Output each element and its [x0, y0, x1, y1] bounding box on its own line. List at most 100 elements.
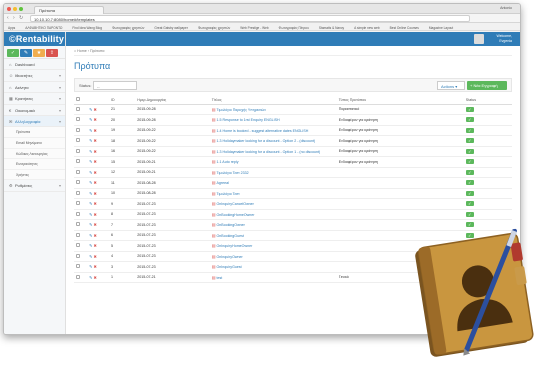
row-checkbox[interactable]: [76, 190, 80, 195]
row-title[interactable]: 1.5 Response to 1rst Enquiry ENGLISH: [217, 118, 280, 122]
row-title[interactable]: 1.1 Auto reply: [217, 160, 239, 164]
row-title-cell[interactable]: ▤OnBookingOwner: [209, 219, 337, 231]
edit-icon[interactable]: ✎: [89, 159, 92, 164]
edit-icon[interactable]: ✎: [89, 275, 92, 280]
trash-icon[interactable]: ✖: [93, 128, 96, 133]
trash-icon[interactable]: ✖: [93, 149, 96, 154]
edit-icon[interactable]: ✎: [89, 180, 92, 185]
row-title-cell[interactable]: ▤OnBookingHomeOwner: [209, 209, 337, 220]
trash-icon[interactable]: ✖: [93, 233, 96, 238]
bookmark-item[interactable]: Best Online Courses: [390, 26, 419, 30]
row-title-cell[interactable]: ▤OnBookingGuest: [209, 230, 337, 241]
bookmark-item[interactable]: Magazine Layout: [429, 26, 453, 30]
edit-icon[interactable]: ✎: [89, 264, 92, 269]
row-title[interactable]: OnBookingHomeOwner: [217, 213, 255, 217]
row-checkbox[interactable]: [76, 264, 80, 269]
status-check-icon[interactable]: ✓: [465, 222, 474, 228]
row-title[interactable]: 1.4 Home is booked - suggest alternative…: [217, 129, 309, 133]
row-checkbox[interactable]: [76, 127, 80, 132]
back-icon[interactable]: ‹: [7, 15, 9, 21]
row-title-cell[interactable]: ▤Agreeal: [209, 177, 337, 189]
row-checkbox[interactable]: [76, 148, 80, 153]
row-title-cell[interactable]: ▤1.1 Auto reply: [209, 156, 337, 168]
row-checkbox[interactable]: [76, 106, 80, 111]
bookmark-item[interactable]: Φωτογραφίες χρηστών: [198, 26, 230, 30]
sidebar-item-4[interactable]: € Οικονομικά ▾: [4, 105, 65, 116]
status-check-icon[interactable]: ✓: [465, 190, 474, 196]
status-select[interactable]: --: [93, 81, 137, 90]
sidebar-subitem[interactable]: Κώδικες Λειτουργίας: [4, 148, 65, 160]
edit-icon[interactable]: ✎: [89, 212, 92, 217]
row-title-cell[interactable]: ▤1.3 Holidaymaker looking for a discount…: [209, 146, 337, 157]
row-checkbox[interactable]: [76, 180, 80, 185]
row-title-cell[interactable]: ▤1.5 Response to 1rst Enquiry ENGLISH: [209, 114, 337, 126]
row-title[interactable]: test: [217, 276, 223, 280]
row-title[interactable]: OnBookingGuest: [217, 234, 244, 238]
row-title-cell[interactable]: ▤1.3 Holidaymaker looking for a discount…: [209, 135, 337, 147]
row-title-cell[interactable]: ▤test: [209, 272, 337, 283]
column-header[interactable]: Ημερ.Δημιουργίας: [135, 96, 210, 105]
close-window-icon[interactable]: [7, 7, 11, 11]
sidebar-subitem[interactable]: Πρότυπα: [4, 127, 65, 138]
row-title-cell[interactable]: ▤OnInquiryHomeOwner: [209, 240, 337, 252]
status-check-icon[interactable]: ✓: [465, 180, 474, 186]
sidebar-item-1[interactable]: ☺ Ιθιοκτήτες ▾: [4, 70, 65, 82]
row-title-cell[interactable]: ▤1.4 Home is booked - suggest alternativ…: [209, 125, 337, 136]
bookmark-item[interactable]: Great Gatsby wallpaper: [154, 26, 187, 30]
browser-user[interactable]: Antonio: [500, 6, 512, 10]
avatar[interactable]: [474, 34, 484, 44]
trash-icon[interactable]: ✖: [93, 201, 96, 206]
status-check-icon[interactable]: ✓: [465, 211, 474, 217]
row-title[interactable]: Τιμολόγιο Τεστ 2332: [217, 171, 249, 175]
row-title-cell[interactable]: ▤OnInquiryCancelOwner: [209, 198, 337, 210]
row-checkbox[interactable]: [76, 169, 80, 174]
trash-icon[interactable]: ✖: [93, 191, 96, 196]
sidebar-item-settings[interactable]: ⚙ Ρυθμίσεις ▾: [4, 180, 65, 192]
minimize-window-icon[interactable]: [13, 7, 17, 11]
actions-button[interactable]: Actions ▾: [437, 81, 465, 90]
trash-icon[interactable]: ✖: [93, 222, 96, 227]
edit-icon[interactable]: ✎: [89, 243, 92, 248]
column-header[interactable]: [74, 96, 88, 105]
row-checkbox[interactable]: [76, 243, 80, 248]
row-title[interactable]: OnInquiryGuest: [217, 265, 242, 269]
row-title-cell[interactable]: ▤OnInquiryGuest: [209, 261, 337, 273]
select-all-checkbox[interactable]: [76, 97, 80, 102]
row-title[interactable]: OnInquiryOwner: [217, 255, 243, 259]
edit-icon[interactable]: ✎: [89, 149, 92, 154]
sidebar-item-2[interactable]: ⌂ Ακίνητα ▾: [4, 82, 65, 94]
sidebar-subitem[interactable]: Email Μηνύματα: [4, 137, 65, 149]
edit-icon[interactable]: ✎: [89, 128, 92, 133]
status-check-icon[interactable]: ✓: [465, 127, 474, 133]
sidebar-subitem[interactable]: Χρήστες: [4, 169, 65, 181]
row-checkbox[interactable]: [76, 201, 80, 206]
new-record-button[interactable]: + Νέα Εγγραφή: [467, 81, 507, 90]
bookmark-item[interactable]: Find Idea Wang Blog: [72, 26, 102, 30]
row-title-cell[interactable]: ▤OnInquiryOwner: [209, 251, 337, 262]
row-title-cell[interactable]: ▤Τιμολόγιο Παροχής Υπηρεσιών: [209, 104, 337, 115]
sidebar-item-0[interactable]: ⌂ Dashboard: [4, 59, 65, 71]
row-title[interactable]: OnInquiryCancelOwner: [217, 202, 254, 206]
bookmark-item[interactable]: Φωτογραφίες Πέτρου: [279, 26, 309, 30]
row-title[interactable]: OnBookingOwner: [217, 223, 245, 227]
edit-icon[interactable]: ✎: [89, 107, 92, 112]
trash-icon[interactable]: ✖: [93, 117, 96, 122]
edit-icon[interactable]: ✎: [89, 138, 92, 143]
row-checkbox[interactable]: [76, 274, 80, 279]
bookmark-item[interactable]: Web Prestige - Web: [240, 26, 268, 30]
bookmark-item[interactable]: Stamatis & Nancy: [319, 26, 344, 30]
edit-icon[interactable]: ✎: [89, 191, 92, 196]
edit-icon[interactable]: ✎: [89, 254, 92, 259]
trash-icon[interactable]: ✖: [93, 254, 96, 259]
edit-icon[interactable]: ✎: [89, 170, 92, 175]
trash-icon[interactable]: ✖: [93, 243, 96, 248]
status-check-icon[interactable]: ✓: [465, 138, 474, 144]
bookmark-item[interactable]: ΑΛΦΑΒΗΤΙΚΟ ΠΑΡΟΝΤΩ: [25, 26, 62, 30]
column-header[interactable]: Status: [463, 96, 512, 105]
row-title[interactable]: 1.3 Holidaymaker looking for a discount …: [217, 150, 321, 154]
user-menu[interactable]: Welcome, Evgenia: [497, 34, 513, 43]
row-title-cell[interactable]: ▤Τιμολόγιο Τεστ: [209, 188, 337, 199]
reload-icon[interactable]: ↻: [19, 15, 23, 21]
trash-icon[interactable]: ✖: [93, 107, 96, 112]
sidebar-item-5[interactable]: ✉ Αλληλογραφία ▾: [4, 115, 65, 128]
